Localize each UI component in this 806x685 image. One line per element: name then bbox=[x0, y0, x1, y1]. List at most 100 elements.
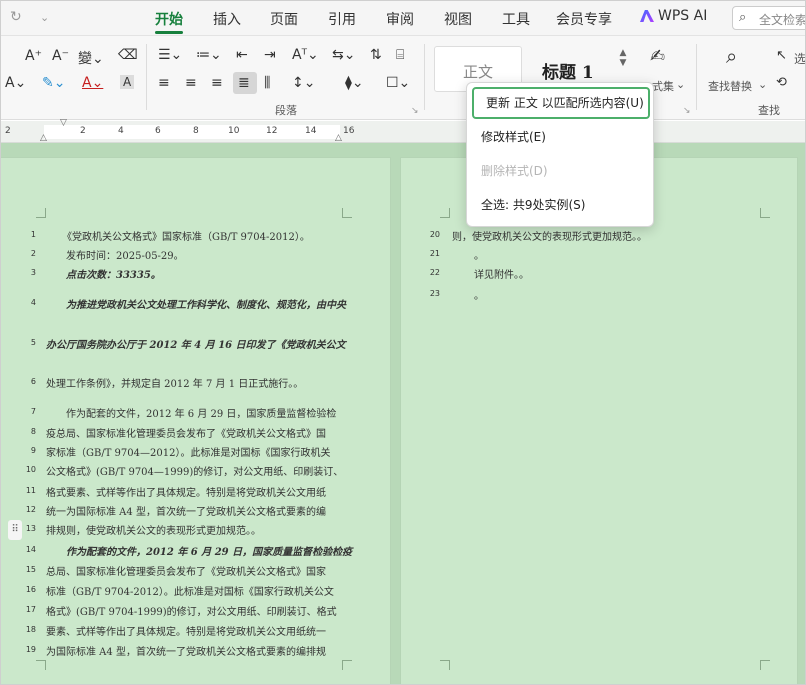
menu-item-delete-style: 删除样式(D) bbox=[481, 164, 548, 178]
text-effect-icon[interactable]: A⌄ bbox=[5, 75, 26, 91]
doc-line[interactable]: 4 为推进党政机关公文处理工作科学化、制度化、规范化，由中央 bbox=[0, 295, 391, 311]
tab-page[interactable]: 页面 bbox=[270, 9, 298, 29]
line-number: 17 bbox=[25, 605, 36, 614]
borders-icon[interactable]: ☐⌄ bbox=[386, 75, 410, 91]
line-number: 14 bbox=[25, 545, 36, 554]
line-text: 。 bbox=[474, 251, 484, 262]
phonetic-guide-icon[interactable]: 變⌄ bbox=[78, 48, 104, 68]
paragraph-drag-handle-icon[interactable]: ⠿ bbox=[8, 520, 22, 540]
doc-line[interactable]: 5 办公厅国务院办公厅于 2012 年 4 月 16 日印发了《党政机关公文 bbox=[0, 335, 391, 351]
align-right-icon[interactable]: ≡ bbox=[211, 75, 223, 91]
group-separator bbox=[146, 44, 147, 110]
menu-item-modify-style[interactable]: 修改样式(E) bbox=[467, 121, 655, 153]
doc-line[interactable]: 15 总局、国家标准化管理委员会发布了《党政机关公文格式》国家 bbox=[0, 562, 391, 578]
align-left-icon[interactable]: ≡ bbox=[158, 75, 170, 91]
doc-line[interactable]: 12 统一为国际标准 A4 型，首次统一了党政机关公文格式要素的编 bbox=[0, 502, 391, 518]
doc-line[interactable]: 22 详见附件。。 bbox=[400, 265, 798, 281]
style-set-dropdown-icon[interactable]: ⌄ bbox=[676, 78, 685, 91]
align-center-icon[interactable]: ≡ bbox=[185, 75, 197, 91]
bullets-icon[interactable]: ☰⌄ bbox=[158, 47, 182, 63]
sort-icon[interactable]: ⇅ bbox=[370, 47, 382, 63]
doc-line[interactable]: 14 作为配套的文件，2012 年 6 月 29 日，国家质量监督检验检疫 bbox=[0, 542, 391, 558]
clear-format-icon[interactable]: ⌫ bbox=[118, 47, 138, 63]
numbering-icon[interactable]: ≔⌄ bbox=[196, 47, 222, 63]
show-marks-icon[interactable]: ⌸ bbox=[396, 47, 404, 63]
tab-review[interactable]: 审阅 bbox=[386, 9, 414, 29]
font-color-icon[interactable]: A⌄ bbox=[82, 75, 103, 91]
tab-member[interactable]: 会员专享 bbox=[556, 9, 612, 29]
doc-line[interactable]: 2 发布时间：2025-05-29。 bbox=[0, 246, 391, 262]
select-icon[interactable]: ↖ bbox=[776, 48, 787, 63]
doc-line[interactable]: 1 《党政机关公文格式》国家标准（GB/T 9704-2012）。 bbox=[0, 227, 391, 243]
doc-line[interactable]: 21 。 bbox=[400, 246, 798, 262]
paragraph-launcher-icon[interactable]: ↘ bbox=[411, 106, 419, 116]
menu-item-select-all-instances[interactable]: 全选: 共9处实例(S) bbox=[467, 189, 655, 221]
text-direction-icon[interactable]: Aᵀ⌄ bbox=[292, 47, 319, 63]
tab-references[interactable]: 引用 bbox=[328, 9, 356, 29]
tab-tools[interactable]: 工具 bbox=[502, 9, 530, 29]
doc-line[interactable]: 13 排规则，使党政机关公文的表现形式更加规范。。 bbox=[0, 521, 391, 537]
ruler-number: 8 bbox=[193, 126, 199, 136]
style-set-icon[interactable]: ✍ bbox=[650, 46, 665, 67]
line-text: 则，使党政机关公文的表现形式更加规范。。 bbox=[452, 232, 647, 243]
increase-indent-icon[interactable]: ⇥ bbox=[264, 47, 276, 63]
line-spacing-dir-icon[interactable]: ⇆⌄ bbox=[332, 47, 355, 63]
line-number: 4 bbox=[30, 298, 36, 307]
ruler-number: 14 bbox=[305, 126, 317, 136]
doc-line[interactable]: 23 。 bbox=[400, 286, 798, 302]
crop-mark bbox=[440, 660, 450, 670]
doc-line[interactable]: 6 处理工作条例》，并规定自 2012 年 7 月 1 日正式施行。。 bbox=[0, 374, 391, 390]
char-shading-icon[interactable]: A bbox=[120, 75, 135, 89]
wps-ai-button[interactable]: WPS AI bbox=[640, 8, 707, 24]
search-placeholder: 全文检索 bbox=[759, 13, 806, 27]
tab-insert[interactable]: 插入 bbox=[213, 9, 241, 29]
highlight-color-icon[interactable]: ✎⌄ bbox=[42, 75, 65, 91]
wps-ai-label: WPS AI bbox=[658, 8, 708, 24]
doc-line[interactable]: 11 格式要素、式样等作出了具体规定。特别是将党政机关公文用纸 bbox=[0, 483, 391, 499]
doc-line[interactable]: 20 则，使党政机关公文的表现形式更加规范。。 bbox=[400, 227, 798, 243]
replace-icon[interactable]: ⟲ bbox=[776, 75, 787, 90]
doc-line[interactable]: 19 为国际标准 A4 型，首次统一了党政机关公文格式要素的编排规 bbox=[0, 642, 391, 658]
right-indent-marker[interactable]: △ bbox=[335, 133, 342, 143]
distributed-align-icon[interactable]: ⫼ bbox=[264, 75, 270, 91]
justify-icon[interactable]: ≣ bbox=[238, 75, 250, 91]
doc-line[interactable]: 9 家标准（GB/T 9704—2012）。此标准是对国标《国家行政机关 bbox=[0, 443, 391, 459]
tab-view[interactable]: 视图 bbox=[444, 9, 472, 29]
styles-launcher-icon[interactable]: ↘ bbox=[683, 106, 691, 116]
horizontal-ruler[interactable]: 2 2 4 6 8 10 12 14 16 ▽ △ △ bbox=[0, 118, 806, 143]
grow-font-icon[interactable]: A⁺ bbox=[25, 48, 42, 64]
shading-icon[interactable]: ⧫⌄ bbox=[345, 75, 364, 91]
crop-mark bbox=[760, 208, 770, 218]
doc-line[interactable]: 17 格式》(GB/T 9704-1999)的修订，对公文用纸、印刷装订、格式 bbox=[0, 602, 391, 618]
style-set-button[interactable]: 式集 bbox=[652, 78, 674, 94]
menu-item-update-style[interactable]: 更新 正文 以匹配所选内容(U) bbox=[472, 87, 650, 119]
line-number: 13 bbox=[25, 524, 36, 533]
select-button[interactable]: 选 bbox=[794, 50, 806, 67]
line-text: 发布时间：2025-05-29。 bbox=[66, 251, 184, 262]
left-indent-marker[interactable]: △ bbox=[40, 133, 47, 143]
find-replace-button[interactable]: 查找替换 bbox=[708, 78, 752, 94]
find-replace-dropdown-icon[interactable]: ⌄ bbox=[758, 78, 767, 91]
ruler-number: 10 bbox=[228, 126, 240, 136]
redo-icon[interactable]: ↻ bbox=[10, 9, 22, 25]
doc-line[interactable]: 16 标准（GB/T 9704-2012）。此标准是对国标《国家行政机关公文 bbox=[0, 582, 391, 598]
line-number: 8 bbox=[30, 427, 36, 436]
quick-access-dropdown-icon[interactable]: ⌄ bbox=[40, 11, 49, 24]
decrease-indent-icon[interactable]: ⇤ bbox=[236, 47, 248, 63]
shrink-font-icon[interactable]: A⁻ bbox=[52, 48, 69, 64]
line-spacing-icon[interactable]: ↕⌄ bbox=[292, 75, 315, 91]
first-line-indent-marker[interactable]: ▽ bbox=[60, 118, 67, 128]
crop-mark bbox=[36, 208, 46, 218]
tab-home[interactable]: 开始 bbox=[155, 9, 183, 29]
line-text: 为推进党政机关公文处理工作科学化、制度化、规范化，由中央 bbox=[66, 300, 346, 311]
doc-line[interactable]: 7 作为配套的文件，2012 年 6 月 29 日，国家质量监督检验检 bbox=[0, 404, 391, 420]
search-input[interactable]: ⌕ 全文检索 bbox=[732, 6, 806, 30]
line-number: 20 bbox=[429, 230, 440, 239]
doc-line[interactable]: 18 要素、式样等作出了具体规定。特别是将党政机关公文用纸统一 bbox=[0, 622, 391, 638]
find-icon[interactable]: ⌕ bbox=[726, 44, 737, 68]
crop-mark bbox=[342, 660, 352, 670]
doc-line[interactable]: 8 疫总局、国家标准化管理委员会发布了《党政机关公文格式》国 bbox=[0, 424, 391, 440]
style-heading1-tile[interactable]: 标题 1 bbox=[542, 58, 594, 83]
doc-line[interactable]: 3 点击次数：33335。 bbox=[0, 265, 391, 281]
doc-line[interactable]: 10 公文格式》(GB/T 9704—1999)的修订，对公文用纸、印刷装订、 bbox=[0, 462, 391, 478]
